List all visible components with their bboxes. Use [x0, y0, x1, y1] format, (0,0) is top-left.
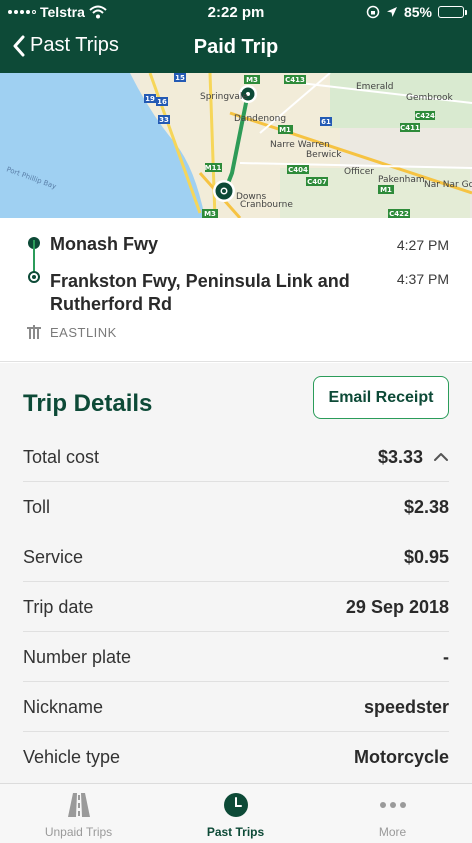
detail-value: $0.95 [403, 546, 449, 567]
route-summary: Monash Fwy 4:27 PM Frankston Fwy, Penins… [0, 218, 472, 362]
detail-label: Total cost [23, 446, 100, 467]
road-shield: 19 [144, 94, 156, 103]
svg-text:C404: C404 [288, 166, 308, 174]
toll-operator: EASTLINK [26, 324, 117, 340]
road-shield: 15 [174, 73, 186, 82]
road-shield: M11 [205, 163, 222, 172]
route-end-time: 4:37 PM [396, 271, 449, 287]
road-shield: C413 [284, 75, 306, 84]
road-shield: C411 [400, 123, 420, 132]
status-bar: Telstra 2:22 pm 85% [0, 0, 472, 24]
detail-row-trip-date: Trip date 29 Sep 2018 [23, 582, 449, 632]
detail-label: Toll [23, 496, 51, 517]
map-label: Downs [236, 192, 267, 202]
detail-value: speedster [363, 696, 449, 717]
route-start-time: 4:27 PM [396, 237, 449, 253]
detail-value: $3.33 [377, 446, 423, 467]
svg-text:C411: C411 [400, 124, 420, 132]
toll-gate-icon [27, 325, 41, 339]
detail-row-number-plate: Number plate - [23, 632, 449, 682]
map-label: Pakenham [378, 175, 425, 185]
route-connector [33, 240, 35, 272]
tab-label: Unpaid Trips [44, 825, 113, 839]
map-label: Narre Warren [270, 140, 330, 150]
svg-text:61: 61 [321, 118, 331, 126]
tab-bar: Unpaid Trips Past Trips More [0, 783, 472, 843]
map-label: Dandenong [234, 114, 286, 124]
trip-details: Trip Details Email Receipt Total cost $3… [0, 363, 472, 783]
tab-past-trips[interactable]: Past Trips [157, 784, 314, 842]
detail-label: Trip date [23, 596, 94, 617]
detail-label: Number plate [23, 646, 132, 667]
road-shield: C404 [287, 165, 309, 174]
detail-value: - [443, 646, 449, 667]
orientation-lock-icon [366, 5, 380, 19]
svg-text:M3: M3 [246, 76, 258, 84]
svg-text:19: 19 [145, 95, 155, 103]
svg-text:M11: M11 [205, 164, 222, 172]
detail-value: $2.38 [403, 496, 449, 517]
clock-icon [223, 793, 248, 817]
route-end-marker [213, 180, 235, 202]
more-dots-icon [379, 802, 406, 808]
detail-value: Motorcycle [353, 746, 449, 767]
detail-row-total-cost[interactable]: Total cost $3.33 [23, 432, 449, 482]
battery-icon [438, 6, 467, 18]
detail-row-service: Service $0.95 [23, 532, 449, 582]
map-canvas: M3 C413 15 19 16 33 M1 61 C424 C411 M11 … [0, 73, 472, 218]
page-title: Paid Trip [193, 36, 279, 58]
svg-text:C407: C407 [307, 178, 327, 186]
chevron-up-icon [434, 453, 448, 461]
road-shield: 61 [320, 117, 332, 126]
road-shield: M3 [202, 209, 218, 218]
tab-unpaid-trips[interactable]: Unpaid Trips [0, 784, 157, 842]
svg-text:C413: C413 [285, 76, 305, 84]
detail-row-toll: Toll $2.38 [23, 482, 449, 532]
tab-label: Past Trips [206, 825, 265, 839]
svg-text:33: 33 [159, 116, 169, 124]
nav-bar: Past Trips Paid Trip [0, 24, 472, 73]
road-shield: 16 [156, 97, 168, 106]
road-shield: C424 [415, 111, 435, 120]
map-label: Emerald [356, 82, 393, 92]
road-shield: 33 [158, 115, 170, 124]
road-shield: M1 [378, 185, 394, 194]
svg-text:M1: M1 [380, 186, 392, 194]
svg-text:C424: C424 [415, 112, 435, 120]
road-icon [67, 793, 90, 817]
route-end-name: Frankston Fwy, Peninsula Link and Ruther… [50, 271, 350, 314]
detail-label: Nickname [23, 696, 104, 717]
header-bar: Telstra 2:22 pm 85% Past Trips Paid Trip [0, 0, 472, 73]
trip-details-heading: Trip Details [23, 390, 153, 417]
svg-text:M3: M3 [204, 210, 216, 218]
road-shield: C422 [388, 209, 410, 218]
svg-text:15: 15 [175, 74, 185, 82]
detail-label: Vehicle type [23, 746, 121, 767]
tab-more[interactable]: More [314, 784, 471, 842]
map-label: Officer [344, 167, 374, 177]
road-shield: M1 [278, 125, 293, 134]
svg-text:16: 16 [157, 98, 167, 106]
toll-operator-name: EASTLINK [50, 324, 117, 340]
svg-text:M1: M1 [279, 126, 291, 134]
map-label: Springvale [200, 92, 248, 102]
map-label: Nar Nar Goon [424, 180, 472, 190]
map-label: Berwick [306, 150, 342, 160]
email-receipt-button[interactable]: Email Receipt [313, 376, 449, 419]
detail-row-nickname: Nickname speedster [23, 682, 449, 732]
route-end-dot [28, 271, 40, 283]
trip-map[interactable]: M3 C413 15 19 16 33 M1 61 C424 C411 M11 … [0, 73, 472, 218]
tab-label: More [378, 825, 407, 839]
road-shield: M3 [244, 75, 260, 84]
route-start-name: Monash Fwy [50, 234, 159, 254]
road-shield: C407 [306, 177, 328, 186]
detail-label: Service [23, 546, 84, 567]
detail-value: 29 Sep 2018 [345, 596, 449, 617]
battery-percent: 85% [403, 4, 432, 20]
detail-row-vehicle-type: Vehicle type Motorcycle [23, 732, 449, 782]
map-label: Gembrook [406, 93, 454, 103]
svg-text:C422: C422 [389, 210, 409, 218]
location-arrow-icon [386, 7, 397, 17]
